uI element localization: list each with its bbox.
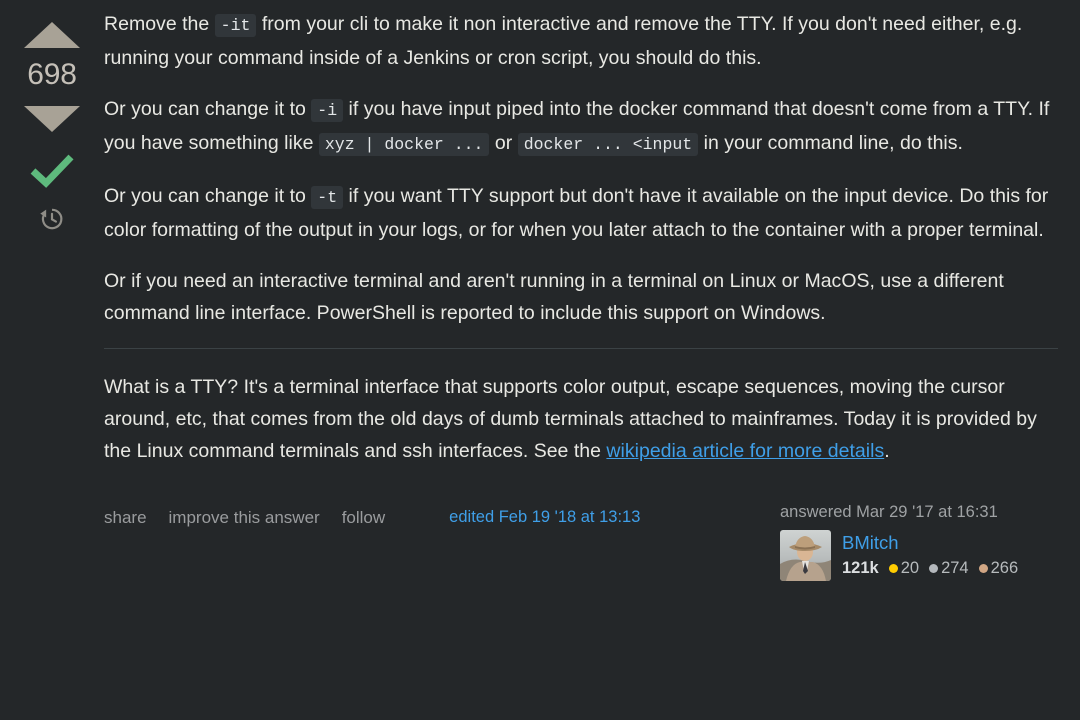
vote-cell: 698 xyxy=(0,0,104,720)
paragraph: Or you can change it to -i if you have i… xyxy=(104,93,1058,161)
user-reputation-row: 121k 20 274 266 xyxy=(842,559,1025,578)
post-action-improve-this-answer[interactable]: improve this answer xyxy=(169,508,320,528)
silver-badge-dot-icon xyxy=(929,564,939,573)
bronze-badge-count: 266 xyxy=(990,559,1019,577)
gold-badge-dot-icon xyxy=(888,564,898,573)
text-run: Or you can change it to xyxy=(104,98,312,120)
badge-silver[interactable]: 274 xyxy=(929,559,969,578)
bronze-badge-dot-icon xyxy=(978,564,988,573)
revision-history-icon[interactable] xyxy=(39,206,65,232)
post-action-share[interactable]: share xyxy=(104,508,147,528)
downvote-arrow-icon[interactable] xyxy=(24,106,80,132)
avatar-image xyxy=(780,530,831,581)
post-divider xyxy=(104,348,1058,349)
post-action-menu: share improve this answer follow xyxy=(104,503,385,528)
user-info: BMitch 121k 20 274 266 xyxy=(842,530,1025,578)
edit-timestamp: edited Feb 19 '18 at 13:13 xyxy=(449,503,640,527)
user-signature-card: answered Mar 29 '17 at 16:31 BMitch 121k… xyxy=(780,503,1058,581)
wikipedia-article-link[interactable]: wikipedia article for more details xyxy=(606,440,884,462)
silver-badge-count: 274 xyxy=(941,559,969,577)
reputation-score: 121k xyxy=(842,559,879,577)
avatar[interactable] xyxy=(780,530,831,581)
text-run: Or if you need an interactive terminal a… xyxy=(104,270,1004,324)
answered-timestamp: answered Mar 29 '17 at 16:31 xyxy=(780,503,998,521)
post-body-text-after-divider: What is a TTY? It's a terminal interface… xyxy=(104,371,1058,467)
gold-badge-count: 20 xyxy=(900,559,920,577)
inline-code: -t xyxy=(311,186,344,209)
post-cell: Remove the -it from your cli to make it … xyxy=(104,0,1080,720)
paragraph: What is a TTY? It's a terminal interface… xyxy=(104,371,1058,467)
answer-post: 698 Remove the -it from your cli to make… xyxy=(0,0,1080,720)
user-name-link[interactable]: BMitch xyxy=(842,532,1025,554)
paragraph: Remove the -it from your cli to make it … xyxy=(104,8,1058,74)
text-run: Or you can change it to xyxy=(104,185,312,207)
inline-code: docker ... <input xyxy=(517,133,699,156)
text-run: or xyxy=(489,132,518,154)
post-body-text: Remove the -it from your cli to make it … xyxy=(104,8,1058,329)
text-run: in your command line, do this. xyxy=(698,132,963,154)
inline-code: -i xyxy=(311,99,344,122)
paragraph: Or if you need an interactive terminal a… xyxy=(104,265,1058,329)
text-run: What is a TTY? It's a terminal interface… xyxy=(104,376,1037,462)
text-run: . xyxy=(884,440,890,462)
badge-gold[interactable]: 20 xyxy=(888,559,920,578)
post-footer: share improve this answer follow edited Fe… xyxy=(104,503,1058,581)
vote-count: 698 xyxy=(27,58,77,91)
edited-link[interactable]: edited Feb 19 '18 at 13:13 xyxy=(449,508,640,526)
paragraph: Or you can change it to -t if you want T… xyxy=(104,180,1058,246)
inline-code: xyz | docker ... xyxy=(318,133,490,156)
inline-code: -it xyxy=(214,14,257,37)
text-run: Remove the xyxy=(104,13,215,35)
badge-bronze[interactable]: 266 xyxy=(978,559,1019,578)
upvote-arrow-icon[interactable] xyxy=(24,22,80,48)
accepted-answer-check-icon xyxy=(30,154,74,188)
user-details: BMitch 121k 20 274 266 xyxy=(780,530,1058,581)
post-action-follow[interactable]: follow xyxy=(342,508,385,528)
